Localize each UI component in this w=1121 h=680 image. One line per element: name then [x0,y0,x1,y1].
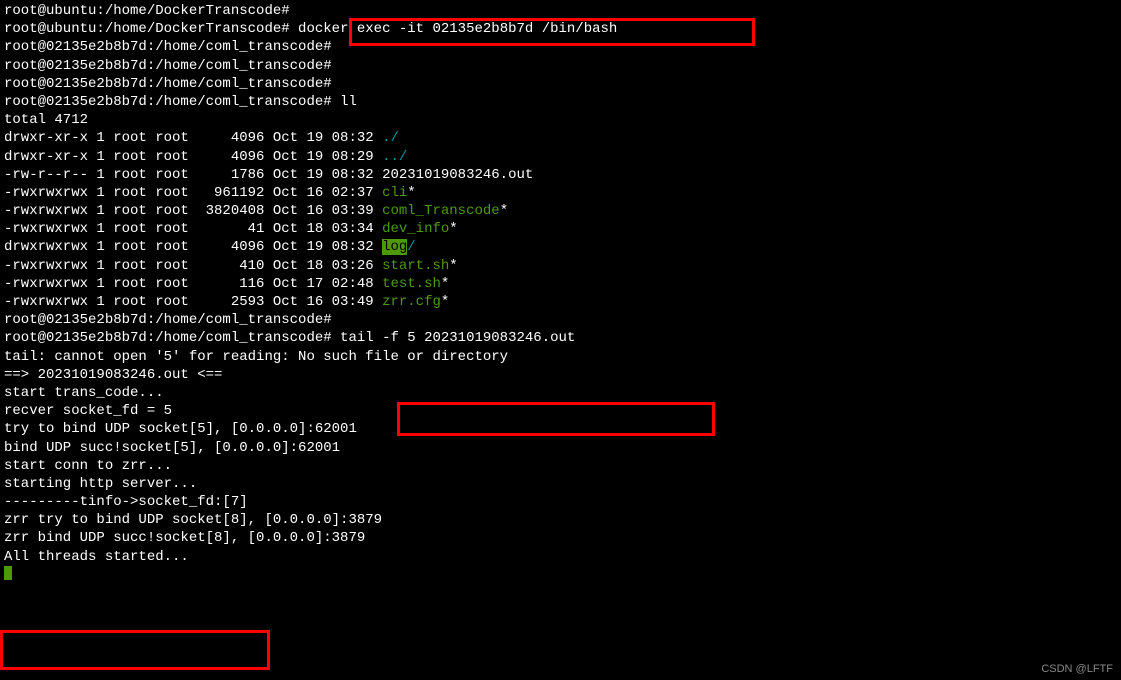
ll-row: -rwxrwxrwx 1 root root 961192 Oct 16 02:… [4,184,1117,202]
prompt-line: root@02135e2b8b7d:/home/coml_transcode# … [4,93,1117,111]
tail-line: starting http server... [4,475,1117,493]
tail-line: start conn to zrr... [4,457,1117,475]
prompt-line: root@02135e2b8b7d:/home/coml_transcode# [4,38,1117,56]
prompt-line: root@02135e2b8b7d:/home/coml_transcode# [4,311,1117,329]
cursor-line[interactable] [4,566,1117,586]
tail-line: All threads started... [4,548,1117,566]
ll-row: drwxr-xr-x 1 root root 4096 Oct 19 08:32… [4,129,1117,147]
ll-row: -rwxrwxrwx 1 root root 2593 Oct 16 03:49… [4,293,1117,311]
highlight-box-3 [0,630,270,670]
ll-row: -rwxrwxrwx 1 root root 116 Oct 17 02:48 … [4,275,1117,293]
tail-line: start trans_code... [4,384,1117,402]
tail-line: ==> 20231019083246.out <== [4,366,1117,384]
ll-total: total 4712 [4,111,1117,129]
prompt-line: root@02135e2b8b7d:/home/coml_transcode# [4,75,1117,93]
prompt-line: root@02135e2b8b7d:/home/coml_transcode# … [4,329,1117,347]
ll-row: drwxr-xr-x 1 root root 4096 Oct 19 08:29… [4,148,1117,166]
tail-line: bind UDP succ!socket[5], [0.0.0.0]:62001 [4,439,1117,457]
prompt-line: root@02135e2b8b7d:/home/coml_transcode# [4,57,1117,75]
prompt-line: root@ubuntu:/home/DockerTranscode# [4,2,1117,20]
watermark: CSDN @LFTF [1041,662,1113,676]
terminal-output[interactable]: root@ubuntu:/home/DockerTranscode#root@u… [0,0,1121,588]
ll-row: -rw-r--r-- 1 root root 1786 Oct 19 08:32… [4,166,1117,184]
tail-line: zrr try to bind UDP socket[8], [0.0.0.0]… [4,511,1117,529]
ll-row: drwxrwxrwx 1 root root 4096 Oct 19 08:32… [4,238,1117,256]
tail-line: ---------tinfo->socket_fd:[7] [4,493,1117,511]
tail-line: try to bind UDP socket[5], [0.0.0.0]:620… [4,420,1117,438]
tail-line: zrr bind UDP succ!socket[8], [0.0.0.0]:3… [4,529,1117,547]
ll-row: -rwxrwxrwx 1 root root 410 Oct 18 03:26 … [4,257,1117,275]
ll-row: -rwxrwxrwx 1 root root 3820408 Oct 16 03… [4,202,1117,220]
tail-line: recver socket_fd = 5 [4,402,1117,420]
prompt-line: root@ubuntu:/home/DockerTranscode# docke… [4,20,1117,38]
cursor [4,566,12,580]
tail-line: tail: cannot open '5' for reading: No su… [4,348,1117,366]
ll-row: -rwxrwxrwx 1 root root 41 Oct 18 03:34 d… [4,220,1117,238]
